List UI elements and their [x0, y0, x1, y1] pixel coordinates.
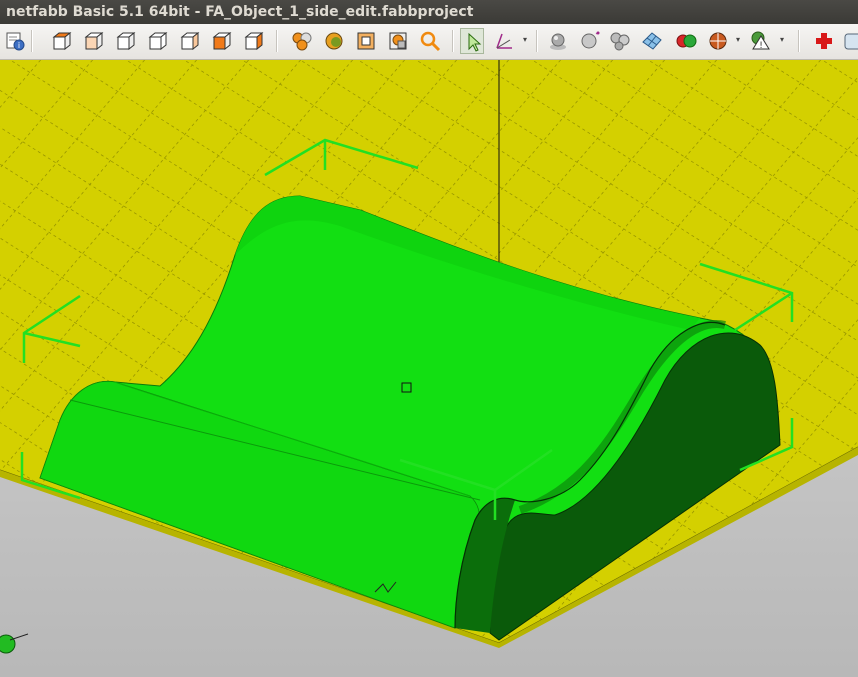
section-dropdown-arrow[interactable]: ▾: [736, 36, 744, 44]
view-back-button[interactable]: [114, 28, 138, 54]
mesh-net-icon: [642, 32, 662, 50]
section-button[interactable]: [706, 28, 730, 54]
new-repair-button[interactable]: [812, 28, 836, 54]
view-iso-button[interactable]: [242, 28, 266, 54]
red-cross-icon: [816, 33, 832, 49]
svg-text:!: !: [759, 41, 763, 51]
measure-tool-button[interactable]: [492, 28, 516, 54]
main-toolbar: i ▾ ▾ ! ▾: [0, 24, 858, 60]
grey-sphere-icon: [550, 33, 566, 50]
view-bottom-button[interactable]: [210, 28, 234, 54]
parts-frame-icon: [389, 32, 407, 50]
info-document-icon: i: [6, 32, 25, 51]
svg-text:i: i: [18, 41, 20, 50]
cube-front-view-icon: [84, 31, 104, 51]
cube-top-view-icon: [52, 31, 72, 51]
sphere-light-icon: [581, 31, 600, 49]
platform-frame-icon: [357, 32, 375, 50]
shading-button[interactable]: [546, 28, 570, 54]
view-top-button[interactable]: [50, 28, 74, 54]
red-green-spheres-icon: [676, 34, 697, 48]
select-all-parts-button[interactable]: [290, 28, 314, 54]
zoom-selection-button[interactable]: [322, 28, 346, 54]
wireframe-button[interactable]: [640, 28, 664, 54]
repair-dropdown-arrow[interactable]: ▾: [780, 36, 788, 44]
view-front-button[interactable]: [82, 28, 106, 54]
section-ball-icon: [709, 32, 727, 50]
view-left-button[interactable]: [146, 28, 170, 54]
cube-left-view-icon: [148, 31, 168, 51]
cube-right-view-icon: [180, 31, 200, 51]
scene-canvas[interactable]: [0, 60, 858, 677]
repair-warning-button[interactable]: !: [748, 28, 772, 54]
cube-bottom-view-icon: [212, 31, 232, 51]
parts-cluster-icon: [292, 32, 312, 51]
measure-axes-icon: [496, 33, 512, 49]
color-mode-button[interactable]: [674, 28, 698, 54]
cube-iso-view-icon: [244, 31, 264, 51]
cursor-arrow-icon: [468, 32, 482, 52]
view-right-button[interactable]: [178, 28, 202, 54]
partial-icon: [844, 33, 858, 50]
shading-mode-button[interactable]: [578, 28, 602, 54]
window-title: netfabb Basic 5.1 64bit - FA_Object_1_si…: [6, 4, 474, 20]
cube-back-view-icon: [116, 31, 136, 51]
zoom-button[interactable]: [418, 28, 442, 54]
3d-viewport[interactable]: x: [0, 60, 858, 677]
repair-warning-icon: !: [751, 31, 770, 51]
selection-sphere-icon: [325, 32, 343, 50]
multi-shading-button[interactable]: [608, 28, 632, 54]
measure-dropdown-arrow[interactable]: ▾: [523, 36, 531, 44]
zoom-parts-button[interactable]: [386, 28, 410, 54]
zoom-platform-button[interactable]: [354, 28, 378, 54]
select-tool-button[interactable]: [460, 28, 484, 54]
magnifier-icon: [420, 31, 441, 52]
extra-button[interactable]: [842, 28, 858, 54]
spheres-cluster-icon: [610, 32, 630, 51]
window-title-bar: netfabb Basic 5.1 64bit - FA_Object_1_si…: [0, 0, 858, 24]
part-info-button[interactable]: i: [3, 28, 27, 54]
